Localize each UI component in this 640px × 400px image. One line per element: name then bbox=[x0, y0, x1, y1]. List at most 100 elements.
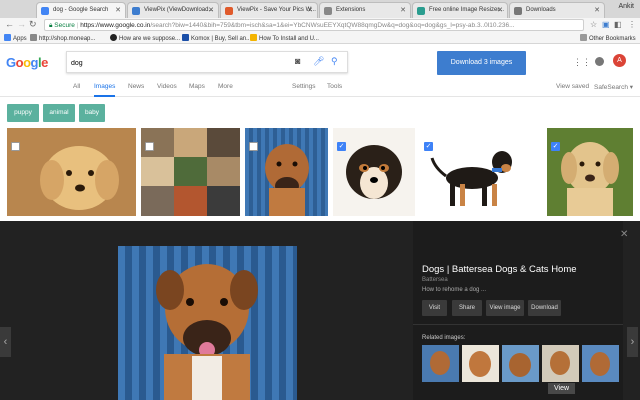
close-icon[interactable]: ✕ bbox=[620, 229, 628, 240]
tab-title: ViewPix - Save Your Pics W... bbox=[237, 7, 316, 13]
close-tab-icon[interactable]: ✕ bbox=[115, 6, 121, 14]
select-checkbox[interactable] bbox=[11, 142, 20, 151]
star-icon[interactable]: ☆ bbox=[590, 20, 597, 29]
chip-puppy[interactable]: puppy bbox=[7, 104, 39, 122]
close-tab-icon[interactable]: ✕ bbox=[497, 6, 503, 14]
tab-title: ViewPix (ViewDownload... bbox=[144, 7, 214, 13]
download-button[interactable]: Download bbox=[528, 300, 561, 316]
tab-news[interactable]: News bbox=[128, 83, 144, 90]
tab-all[interactable]: All bbox=[73, 83, 80, 90]
tab-google-search[interactable]: dog - Google Search ✕ bbox=[36, 2, 126, 18]
tab-more[interactable]: More bbox=[218, 83, 233, 90]
tab-videos[interactable]: Videos bbox=[157, 83, 177, 90]
tab-downloads[interactable]: Downloads ✕ bbox=[509, 2, 605, 18]
select-checkbox[interactable] bbox=[249, 142, 258, 151]
bookmark-komox[interactable]: Komox | Buy, Sell an... bbox=[182, 34, 251, 42]
download-label: Download bbox=[531, 305, 558, 311]
related-images-label: Related images: bbox=[422, 335, 466, 341]
google-apps-icon[interactable]: ⋮⋮ bbox=[573, 57, 591, 68]
download-images-button[interactable]: Download 3 images bbox=[437, 51, 526, 75]
browser-toolbar: ← → ↻ 🔒︎ Secure | https://www.google.co.… bbox=[0, 18, 640, 32]
tab-images[interactable]: Images bbox=[94, 83, 116, 97]
bookmark-shop[interactable]: http://shop.moneap... bbox=[30, 34, 95, 42]
select-checkbox-checked[interactable]: ✓ bbox=[424, 142, 433, 151]
back-icon[interactable]: ← bbox=[5, 19, 14, 29]
view-saved-link[interactable]: View saved bbox=[556, 83, 589, 90]
preview-image[interactable] bbox=[118, 246, 297, 400]
visit-button[interactable]: Visit bbox=[422, 300, 447, 316]
close-tab-icon[interactable]: ✕ bbox=[400, 6, 406, 14]
apps-grid-icon bbox=[4, 34, 11, 41]
tab-maps[interactable]: Maps bbox=[189, 83, 205, 90]
golden-retriever-puppy-image bbox=[7, 128, 136, 216]
viewpix-extension-icon[interactable]: ▣ bbox=[602, 20, 610, 29]
image-result-dog-collage[interactable] bbox=[141, 128, 240, 216]
secure-label: Secure bbox=[54, 22, 75, 29]
preview-title[interactable]: Dogs | Battersea Dogs & Cats Home bbox=[422, 264, 577, 275]
search-icon[interactable]: ⚲ bbox=[331, 56, 338, 67]
related-image[interactable] bbox=[542, 345, 579, 382]
tools-link[interactable]: Tools bbox=[327, 83, 342, 90]
next-arrow-icon[interactable]: › bbox=[627, 327, 638, 357]
image-result-swiss-dog[interactable]: ✓ bbox=[420, 128, 533, 216]
preview-description: How to rehome a dog ... bbox=[422, 287, 487, 293]
tab-viewpix-download[interactable]: ViewPix (ViewDownload... ✕ bbox=[127, 2, 219, 18]
tab-extensions[interactable]: Extensions ✕ bbox=[319, 2, 411, 18]
related-image[interactable] bbox=[462, 345, 499, 382]
view-image-button[interactable]: View image bbox=[486, 300, 524, 316]
bookmark-install[interactable]: How To Install and U... bbox=[250, 34, 319, 42]
chip-baby[interactable]: baby bbox=[79, 104, 105, 122]
chip-animal[interactable]: animal bbox=[43, 104, 75, 122]
close-tab-icon[interactable]: ✕ bbox=[307, 6, 313, 14]
image-result-golden-puppy[interactable] bbox=[7, 128, 136, 216]
close-tab-icon[interactable]: ✕ bbox=[208, 6, 214, 14]
microphone-icon[interactable]: 🎤︎ bbox=[313, 56, 324, 67]
google-logo[interactable]: Google bbox=[6, 55, 48, 70]
tab-title: Free online Image Resizer... bbox=[429, 7, 505, 13]
view-more-overlay[interactable]: View bbox=[548, 383, 576, 394]
browser-tab-strip: dog - Google Search ✕ ViewPix (ViewDownl… bbox=[0, 0, 640, 18]
github-icon bbox=[110, 34, 117, 41]
image-result-labrador[interactable]: ✓ bbox=[547, 128, 633, 216]
avatar[interactable]: A bbox=[613, 54, 626, 67]
share-button[interactable]: Share bbox=[452, 300, 482, 316]
image-preview-panel: ‹ Dogs | Battersea Dogs & Cats Home Batt… bbox=[0, 221, 640, 400]
preview-source: Battersea bbox=[422, 277, 448, 283]
close-tab-icon[interactable]: ✕ bbox=[594, 6, 600, 14]
search-nav-tabs: All Images News Videos Maps More Setting… bbox=[0, 80, 640, 97]
notifications-icon[interactable] bbox=[595, 57, 604, 66]
select-checkbox[interactable] bbox=[145, 142, 154, 151]
other-bookmarks[interactable]: Other Bookmarks bbox=[580, 34, 636, 42]
related-image[interactable] bbox=[422, 345, 459, 382]
related-boxer-image bbox=[582, 345, 619, 382]
reload-icon[interactable]: ↻ bbox=[29, 19, 37, 30]
tab-image-resizer[interactable]: Free online Image Resizer... ✕ bbox=[412, 2, 508, 18]
settings-link[interactable]: Settings bbox=[292, 83, 316, 90]
search-input[interactable] bbox=[71, 56, 281, 70]
forward-icon[interactable]: → bbox=[17, 19, 26, 29]
profile-name[interactable]: Ankit bbox=[618, 3, 634, 10]
related-image[interactable] bbox=[582, 345, 619, 382]
dog-collage-image bbox=[141, 128, 240, 216]
menu-icon[interactable]: ⋮ bbox=[628, 20, 636, 29]
safesearch-menu[interactable]: SafeSearch ▾ bbox=[594, 83, 633, 91]
image-result-boxer[interactable] bbox=[245, 128, 328, 216]
bookmark-github[interactable]: How are we suppose... bbox=[110, 34, 180, 42]
bookmark-site-icon bbox=[250, 34, 257, 41]
viewpix-favicon-icon bbox=[132, 7, 140, 15]
select-checkbox-checked[interactable]: ✓ bbox=[551, 142, 560, 151]
extensions-favicon-icon bbox=[324, 7, 332, 15]
komox-icon bbox=[182, 34, 189, 41]
camera-icon[interactable]: ◙ bbox=[295, 56, 300, 66]
tab-viewpix-save[interactable]: ViewPix - Save Your Pics W... ✕ bbox=[220, 2, 318, 18]
address-bar[interactable]: 🔒︎ Secure | https://www.google.co.in/sea… bbox=[44, 19, 584, 31]
select-checkbox-checked[interactable]: ✓ bbox=[337, 142, 346, 151]
bookmark-apps[interactable]: Apps bbox=[4, 34, 27, 42]
swiss-mountain-dog-image bbox=[420, 128, 533, 216]
viewpix-favicon-icon bbox=[225, 7, 233, 15]
related-boxer-image bbox=[422, 345, 459, 382]
related-image[interactable] bbox=[502, 345, 539, 382]
previous-arrow-icon[interactable]: ‹ bbox=[0, 327, 11, 357]
image-result-puppy-tricolor[interactable]: ✓ bbox=[333, 128, 415, 216]
extension-icon[interactable]: ◧ bbox=[614, 20, 622, 29]
